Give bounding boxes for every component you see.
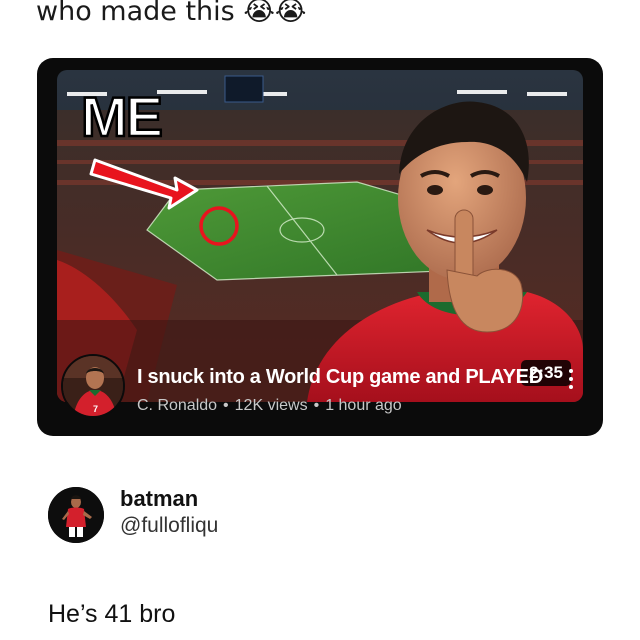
- reply-avatar-image: [48, 487, 104, 543]
- reply-display-name[interactable]: batman: [120, 486, 198, 512]
- view-count: 12K views: [234, 397, 308, 414]
- thumbnail-overlay-text: ME: [81, 85, 162, 148]
- post-caption: who made this 😭😭: [36, 0, 307, 27]
- video-title[interactable]: I snuck into a World Cup game and PLAYED: [137, 366, 543, 389]
- reply-text: He’s 41 bro: [48, 600, 176, 628]
- thumbnail-artwork: ME: [57, 70, 583, 402]
- reply-avatar[interactable]: [48, 487, 104, 543]
- reply-handle[interactable]: @fullofliqu: [120, 514, 218, 538]
- upload-age: 1 hour ago: [325, 397, 402, 414]
- meta-separator: •: [313, 397, 320, 414]
- channel-avatar-image: 7: [63, 356, 123, 416]
- video-meta: C. Ronaldo • 12K views • 1 hour ago: [137, 397, 402, 415]
- video-card[interactable]: ME 2:35 7 I snuck into a World Cup game …: [37, 58, 603, 436]
- more-options-icon[interactable]: [559, 364, 583, 394]
- channel-avatar[interactable]: 7: [61, 354, 125, 418]
- video-thumbnail[interactable]: ME 2:35: [57, 70, 583, 402]
- meta-separator: •: [223, 397, 229, 414]
- channel-name[interactable]: C. Ronaldo: [137, 397, 217, 414]
- jersey-number: 7: [93, 404, 98, 414]
